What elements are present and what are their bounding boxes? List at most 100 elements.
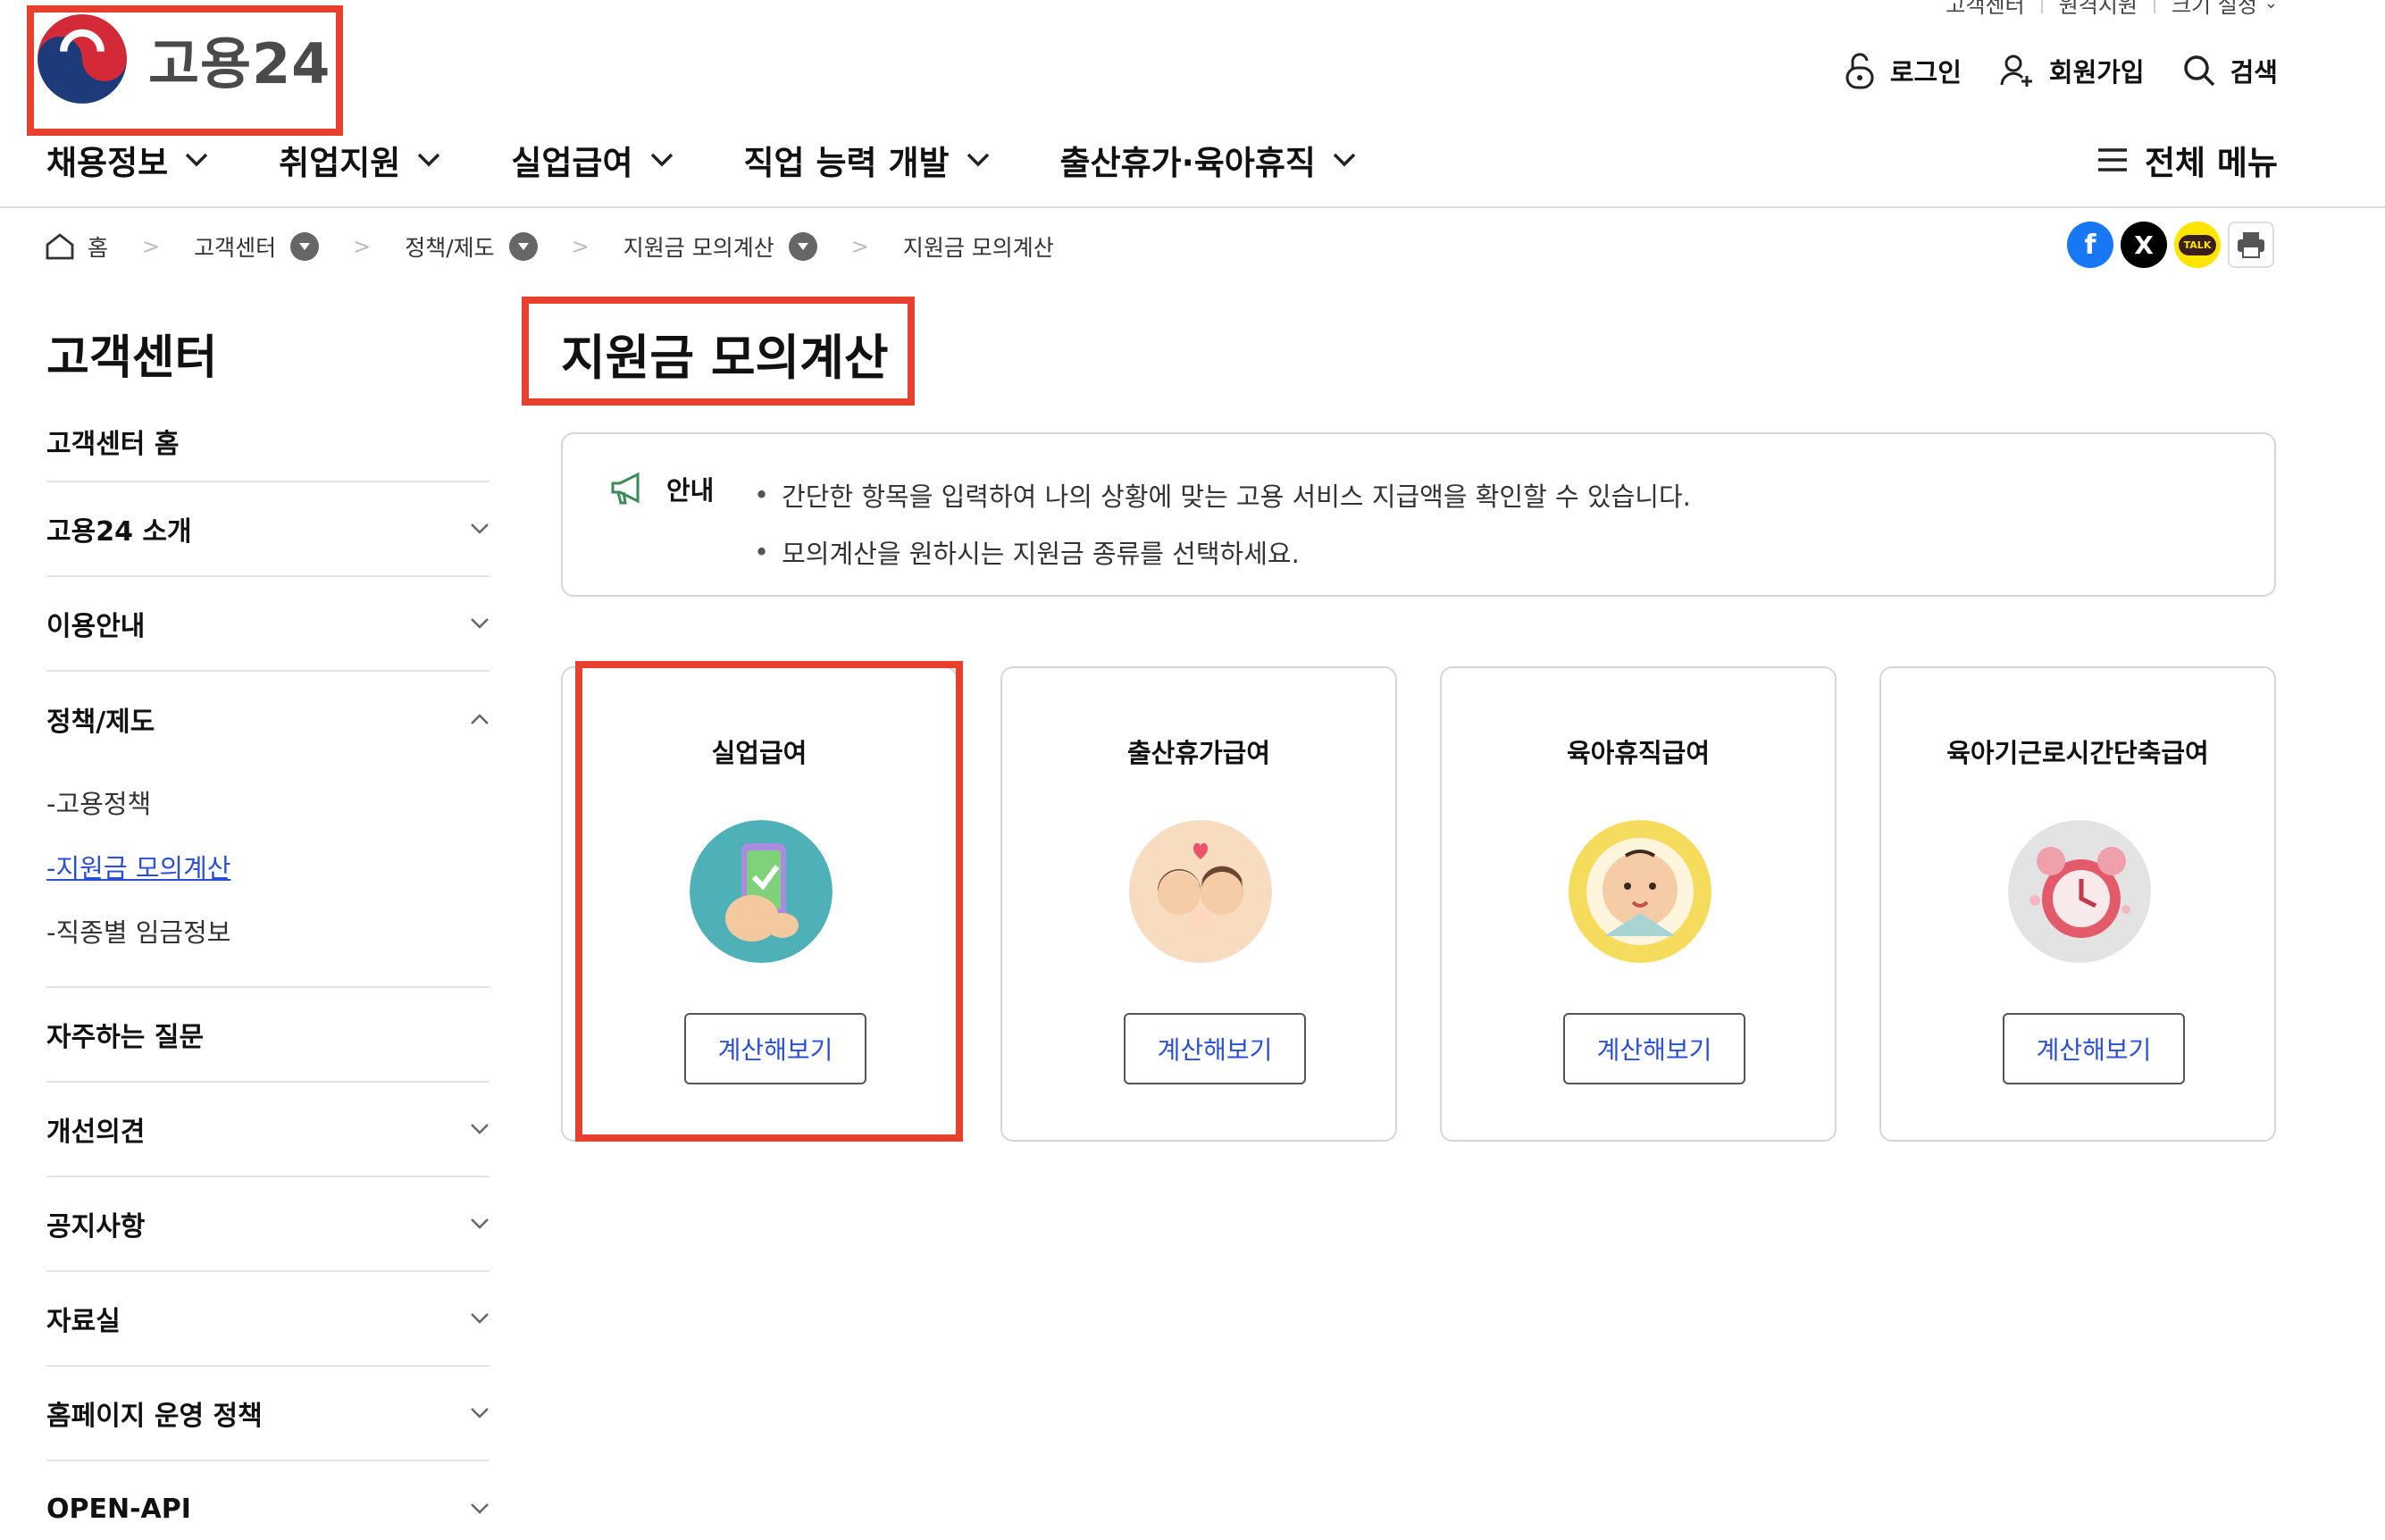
chevron-down-icon [471, 1313, 489, 1324]
family-illustration-icon [1129, 820, 1272, 963]
breadcrumb-policy[interactable]: 정책/제도 [405, 230, 538, 263]
util-font-size[interactable]: 크기 설정 [2172, 0, 2257, 19]
util-remote-support[interactable]: 원격지원 [2059, 0, 2138, 19]
sidebar-item-label: 개선의견 [46, 1117, 146, 1148]
signup-button[interactable]: 회원가입 [1999, 52, 2145, 89]
chevron-right-icon: > [850, 234, 869, 259]
utility-links: 고객센터 원격지원 크기 설정 ⌄ [1946, 0, 2278, 19]
sidebar: 고객센터 홈 고용24 소개 이용안내 정책/제도 -고용정책 -지원금 모의계… [46, 420, 490, 1540]
breadcrumb-label: 지원금 모의계산 [623, 235, 774, 261]
chevron-down-icon [650, 153, 673, 167]
breadcrumb-label: 고객센터 [194, 235, 277, 261]
lock-icon [1845, 53, 1874, 89]
baby-illustration-icon [1569, 820, 1711, 963]
gnb-label: 채용정보 [46, 144, 169, 182]
sidebar-item-label: OPEN-API [46, 1493, 191, 1525]
kakao-talk-label: TALK [2178, 234, 2217, 255]
share-buttons: f X TALK [2060, 222, 2274, 268]
sidebar-item-intro[interactable]: 고용24 소개 [46, 482, 490, 577]
sidebar-subitem-wage-info[interactable]: -직종별 임금정보 [46, 899, 490, 963]
login-label: 로그인 [1889, 57, 1962, 88]
breadcrumb-home[interactable]: 홈 [45, 230, 108, 263]
divider [2040, 0, 2043, 13]
sidebar-title: 고객센터 [46, 331, 218, 385]
gnb-label: 직업 능력 개발 [743, 144, 950, 182]
card-title: 육아기근로시간단축급여 [1946, 738, 2209, 768]
signup-label: 회원가입 [2048, 57, 2145, 88]
gnb-item-unemployment-benefit[interactable]: 실업급여 [511, 136, 674, 184]
print-icon[interactable] [2228, 222, 2274, 268]
highlight-box-logo [27, 5, 343, 136]
all-menu-label: 전체 메뉴 [2144, 144, 2278, 182]
gnb-item-maternity-parental-leave[interactable]: 출산휴가·육아휴직 [1060, 136, 1357, 184]
chevron-right-icon: > [353, 234, 372, 259]
gnb-item-jobs[interactable]: 채용정보 [46, 136, 209, 184]
sidebar-subitem-employment-policy[interactable]: -고용정책 [46, 770, 490, 834]
home-icon [46, 233, 74, 260]
notice-label-text: 안내 [666, 475, 715, 506]
login-button[interactable]: 로그인 [1844, 52, 1962, 89]
card-maternity-leave-benefit[interactable]: 출산휴가급여 계산해보기 [1000, 666, 1397, 1142]
notice-lines: 간단한 항목을 입력하여 나의 상황에 맞는 고용 서비스 지급액을 확인할 수… [754, 466, 1691, 581]
sidebar-item-guide[interactable]: 이용안내 [46, 577, 490, 672]
search-label: 검색 [2230, 57, 2278, 88]
search-button[interactable]: 검색 [2182, 52, 2278, 89]
sidebar-item-label: 자주하는 질문 [46, 1022, 205, 1053]
chevron-down-icon [967, 153, 989, 167]
notice-label: 안내 [609, 470, 714, 507]
notice-line: 간단한 항목을 입력하여 나의 상황에 맞는 고용 서비스 지급액을 확인할 수… [754, 466, 1691, 523]
breadcrumb-label: 홈 [88, 235, 109, 261]
global-nav: 채용정보 취업지원 실업급여 직업 능력 개발 출산휴가·육아휴직 [46, 136, 1427, 184]
sidebar-item-open-api[interactable]: OPEN-API [46, 1461, 490, 1540]
all-menu-button[interactable]: 전체 메뉴 [2096, 136, 2278, 184]
search-icon [2183, 55, 2214, 87]
card-reduced-hours-benefit[interactable]: 육아기근로시간단축급여 계산해보기 [1879, 666, 2276, 1142]
calculate-button[interactable]: 계산해보기 [1563, 1013, 1745, 1084]
sidebar-item-policy[interactable]: 정책/제도 [46, 672, 490, 766]
x-twitter-icon[interactable]: X [2121, 222, 2167, 268]
chevron-down-icon [1333, 153, 1356, 167]
chevron-down-icon [471, 618, 489, 629]
gnb-item-skills-development[interactable]: 직업 능력 개발 [744, 136, 991, 184]
header-actions: 로그인 회원가입 검색 [1806, 52, 2278, 89]
sidebar-item-site-policy[interactable]: 홈페이지 운영 정책 [46, 1367, 490, 1461]
sidebar-item-faq[interactable]: 자주하는 질문 [46, 988, 490, 1083]
breadcrumb: 홈 > 고객센터 > 정책/제도 > 지원금 모의계산 > 지원금 모의계산 [45, 230, 1054, 263]
sidebar-item-home[interactable]: 고객센터 홈 [46, 402, 490, 482]
breadcrumb-subsidy-calc[interactable]: 지원금 모의계산 [623, 230, 817, 263]
sidebar-item-label: 공지사항 [46, 1211, 146, 1243]
divider [2153, 0, 2155, 13]
dropdown-circle-icon[interactable] [290, 232, 320, 261]
breadcrumb-label: 지원금 모의계산 [902, 235, 1054, 261]
highlight-box-title [522, 297, 915, 406]
facebook-icon[interactable]: f [2067, 222, 2113, 268]
card-parental-leave-benefit[interactable]: 육아휴직급여 계산해보기 [1440, 666, 1837, 1142]
chevron-down-icon [471, 1124, 489, 1134]
alarm-clock-illustration-icon [2008, 820, 2151, 963]
sidebar-item-library[interactable]: 자료실 [46, 1272, 490, 1367]
sidebar-subitem-subsidy-calc[interactable]: -지원금 모의계산 [46, 834, 490, 899]
chevron-right-icon: > [142, 234, 161, 259]
chevron-down-icon [185, 153, 208, 167]
gnb-divider [0, 206, 2385, 208]
sidebar-item-label: 홈페이지 운영 정책 [46, 1401, 263, 1432]
calculate-button[interactable]: 계산해보기 [2003, 1013, 2185, 1084]
highlight-box-unemployment-card [575, 661, 963, 1142]
sidebar-submenu-policy: -고용정책 -지원금 모의계산 -직종별 임금정보 [46, 766, 490, 988]
sidebar-item-feedback[interactable]: 개선의견 [46, 1083, 490, 1177]
card-title: 출산휴가급여 [1126, 738, 1271, 768]
gnb-label: 취업지원 [279, 144, 401, 182]
sidebar-item-label: 이용안내 [46, 611, 146, 642]
calculate-button[interactable]: 계산해보기 [1124, 1013, 1306, 1084]
dropdown-circle-icon[interactable] [788, 232, 817, 261]
chevron-up-icon [471, 714, 489, 724]
breadcrumb-customer-center[interactable]: 고객센터 [194, 230, 320, 263]
sidebar-item-notices[interactable]: 공지사항 [46, 1177, 490, 1272]
gnb-item-employment-support[interactable]: 취업지원 [279, 136, 441, 184]
util-customer-center[interactable]: 고객센터 [1946, 0, 2024, 19]
dropdown-circle-icon[interactable] [508, 232, 538, 261]
chevron-down-icon: ⌄ [2264, 0, 2278, 13]
kakaotalk-icon[interactable]: TALK [2174, 222, 2221, 268]
notice-box: 안내 간단한 항목을 입력하여 나의 상황에 맞는 고용 서비스 지급액을 확인… [561, 432, 2276, 597]
chevron-down-icon [418, 153, 440, 167]
